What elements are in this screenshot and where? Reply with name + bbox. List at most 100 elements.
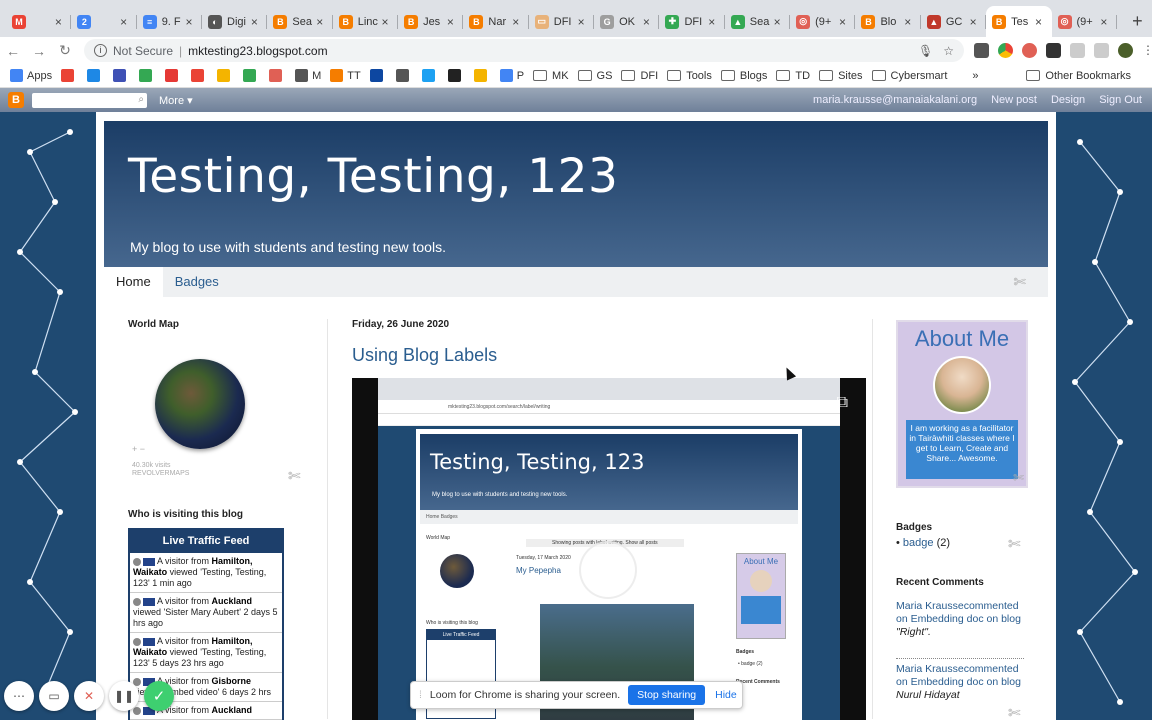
- sign-out-link[interactable]: Sign Out: [1099, 94, 1142, 106]
- bookmark-item[interactable]: [369, 69, 387, 82]
- embedded-video[interactable]: mktesting23.blogspot.com/search/label/wr…: [352, 378, 866, 720]
- bookmark-item[interactable]: [473, 69, 491, 82]
- design-link[interactable]: Design: [1051, 94, 1085, 106]
- bookmark-item[interactable]: [447, 69, 465, 82]
- browser-tab[interactable]: G OK ×: [594, 6, 660, 37]
- forward-icon[interactable]: →: [26, 43, 52, 59]
- comment-item[interactable]: Maria Kraussecommented on Embedding doc …: [896, 600, 1024, 639]
- media-icon[interactable]: [1070, 43, 1085, 58]
- bookmark-folder[interactable]: Cybersmart: [871, 70, 947, 82]
- cast-icon[interactable]: [1094, 43, 1109, 58]
- close-icon[interactable]: ×: [835, 15, 849, 29]
- browser-tab[interactable]: B Sea ×: [267, 6, 333, 37]
- pause-icon[interactable]: ❚❚: [109, 681, 139, 711]
- other-bookmarks[interactable]: Other Bookmarks: [1026, 70, 1143, 82]
- close-icon[interactable]: ×: [509, 15, 523, 29]
- tab-home[interactable]: Home: [104, 267, 163, 297]
- globe-zoom-controls[interactable]: + −: [132, 444, 145, 454]
- browser-tab[interactable]: B Nar ×: [463, 6, 529, 37]
- close-icon[interactable]: ×: [574, 15, 588, 29]
- about-me-widget[interactable]: About Me I am working as a facilitator i…: [896, 320, 1028, 488]
- browser-tab[interactable]: B Tes ×: [986, 6, 1052, 37]
- new-post-link[interactable]: New post: [991, 94, 1037, 106]
- comment-item[interactable]: Maria Kraussecommented on Embedding doc …: [896, 663, 1024, 702]
- url-text[interactable]: mktesting23.blogspot.com: [188, 44, 327, 58]
- more-menu[interactable]: More ▾: [159, 94, 193, 107]
- info-icon[interactable]: i: [94, 44, 107, 57]
- bookmark-item[interactable]: Apps: [10, 69, 52, 82]
- close-icon[interactable]: ×: [639, 15, 653, 29]
- bookmark-folder[interactable]: Blogs: [720, 70, 767, 82]
- bookmark-item[interactable]: [139, 69, 156, 82]
- address-bar[interactable]: i Not Secure | mktesting23.blogspot.com …: [84, 39, 964, 62]
- reload-icon[interactable]: ↻: [52, 42, 78, 59]
- bookmark-item[interactable]: M: [295, 69, 321, 82]
- browser-tab[interactable]: B Linc ×: [333, 6, 399, 37]
- browser-tab[interactable]: ✚ DFI ×: [659, 6, 725, 37]
- close-icon[interactable]: ×: [705, 15, 719, 29]
- avatar[interactable]: [1118, 43, 1133, 58]
- close-icon[interactable]: ×: [966, 15, 980, 29]
- bookmark-item[interactable]: [217, 69, 234, 82]
- puzzle-icon[interactable]: [1046, 43, 1061, 58]
- close-icon[interactable]: ×: [182, 15, 196, 29]
- bookmark-item[interactable]: [61, 69, 78, 82]
- stop-sharing-button[interactable]: Stop sharing: [628, 685, 706, 705]
- wrench-icon[interactable]: ✄: [1013, 470, 1024, 486]
- search-icon[interactable]: ⌕: [138, 94, 144, 105]
- close-icon[interactable]: ×: [770, 15, 784, 29]
- badge-link[interactable]: badge: [903, 537, 934, 549]
- close-icon[interactable]: ×: [313, 15, 327, 29]
- bookmark-folder[interactable]: DFI: [621, 70, 658, 82]
- bookmark-folder[interactable]: TD: [776, 70, 810, 82]
- browser-tab[interactable]: B Blo ×: [855, 6, 921, 37]
- revolver-globe[interactable]: [155, 359, 245, 449]
- blogger-logo-icon[interactable]: B: [8, 92, 24, 108]
- new-tab-icon[interactable]: +: [1123, 6, 1152, 37]
- bookmark-item[interactable]: [269, 69, 286, 82]
- bookmark-item[interactable]: [421, 69, 439, 82]
- bookmark-item[interactable]: [87, 69, 104, 82]
- bookmark-item[interactable]: [243, 69, 260, 82]
- revolvermaps-label[interactable]: REVOLVERMAPS: [132, 470, 189, 478]
- feed-row[interactable]: A visitor from Auckland viewed 'Sister M…: [130, 593, 282, 633]
- browser-tab[interactable]: ◎ (9+ ×: [1052, 6, 1117, 37]
- browser-tab[interactable]: M ×: [6, 6, 72, 37]
- extension-icon[interactable]: [998, 43, 1013, 58]
- bookmarks-more-chevron[interactable]: »: [972, 70, 978, 82]
- browser-tab[interactable]: ◐ Digi ×: [202, 6, 268, 37]
- star-icon[interactable]: ☆: [943, 44, 954, 58]
- camera-icon[interactable]: ▭: [39, 681, 69, 711]
- back-icon[interactable]: ←: [0, 43, 26, 59]
- bookmark-folder[interactable]: Tools: [667, 70, 712, 82]
- close-icon[interactable]: ×: [1097, 15, 1111, 29]
- play-button-icon[interactable]: [579, 541, 637, 599]
- feed-row[interactable]: A visitor from Hamilton, Waikato viewed …: [130, 553, 282, 593]
- cancel-icon[interactable]: ✕: [74, 681, 104, 711]
- browser-tab[interactable]: 2 ×: [71, 6, 137, 37]
- close-icon[interactable]: ×: [117, 15, 131, 29]
- bookmark-item[interactable]: TT: [330, 69, 361, 82]
- close-icon[interactable]: ×: [1032, 15, 1046, 29]
- microphone-icon[interactable]: 🎙: [918, 44, 933, 58]
- wrench-icon[interactable]: ✄: [288, 467, 301, 485]
- browser-tab[interactable]: ▲ Sea ×: [725, 6, 791, 37]
- bookmark-item[interactable]: [113, 69, 130, 82]
- user-email[interactable]: maria.krausse@manaiakalani.org: [813, 94, 977, 106]
- comment-text[interactable]: Maria Kraussecommented on Embedding doc …: [896, 600, 1021, 625]
- close-icon[interactable]: ×: [901, 15, 915, 29]
- browser-tab[interactable]: ▭ DFI ×: [529, 6, 595, 37]
- blog-title[interactable]: Testing, Testing, 123: [128, 149, 618, 204]
- extension-icon[interactable]: [974, 43, 989, 58]
- drag-handle-icon[interactable]: ⁞: [419, 689, 422, 701]
- bookmark-folder[interactable]: MK: [533, 70, 569, 82]
- close-icon[interactable]: ×: [378, 15, 392, 29]
- wrench-icon[interactable]: ✄: [1013, 273, 1026, 291]
- bookmark-item[interactable]: P: [499, 69, 524, 82]
- tab-badges[interactable]: Badges: [163, 267, 231, 297]
- browser-tab[interactable]: ▲ GC ×: [921, 6, 987, 37]
- bookmark-folder[interactable]: Sites: [819, 70, 863, 82]
- close-icon[interactable]: ×: [51, 15, 65, 29]
- bookmark-item[interactable]: [165, 69, 182, 82]
- bookmark-folder[interactable]: GS: [577, 70, 612, 82]
